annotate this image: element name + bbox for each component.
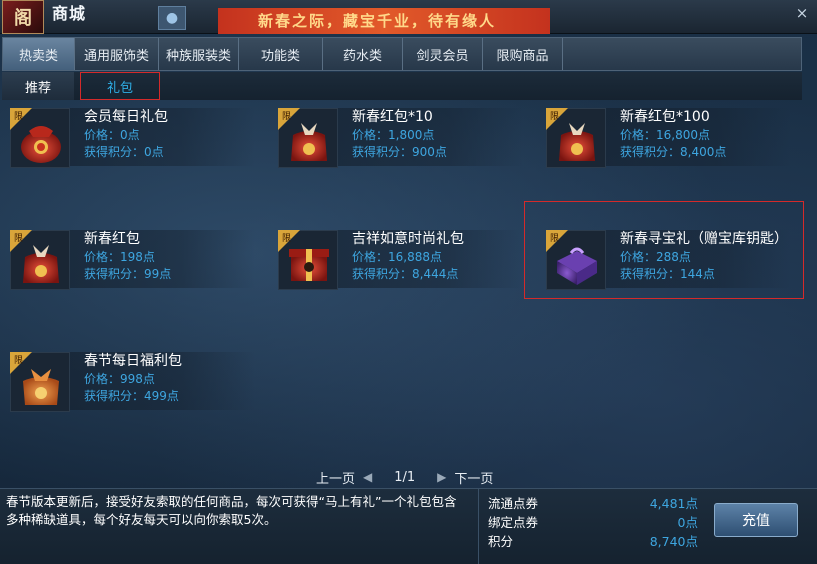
notice-text: 春节版本更新后，接受好友索取的任何商品，每次可获得“马上有礼”一个礼包包含多种稀… [6,494,457,527]
svg-text:限: 限 [282,233,291,244]
shop-item[interactable]: 限 新春红包*100 价格：16,800点 获得积分：8,400点 [546,104,806,170]
svg-text:限: 限 [14,355,23,366]
item-points: 获得积分：99点 [84,267,172,281]
divider [478,489,479,564]
balance-label: 绑定点券 [488,515,539,530]
shop-item[interactable]: 限 新春红包 价格：198点 获得积分：99点 [10,226,270,292]
item-price: 价格：0点 [84,128,140,142]
subtab-gift-packs[interactable]: 礼包 [80,72,160,100]
item-price: 价格：16,888点 [352,250,442,264]
balance-value: 0点 [677,515,698,530]
subtab-recommended[interactable]: 推荐 [2,72,74,100]
tab-hot-sale[interactable]: 热卖类 [3,38,75,70]
balance-label: 流通点券 [488,496,539,511]
page-indicator: 1/1 [394,469,416,485]
tab-potions[interactable]: 药水类 [323,38,403,70]
category-tabs: 热卖类 通用服饰类 种族服装类 功能类 药水类 剑灵会员 限购商品 [2,37,802,71]
balance-row: 流通点券 4,481点 [488,493,698,512]
balance-label: 积分 [488,534,514,549]
item-price: 价格：1,800点 [352,128,435,142]
selection-highlight [524,201,804,299]
tab-race-outfits[interactable]: 种族服装类 [159,38,239,70]
balance-row: 绑定点券 0点 [488,512,698,531]
item-points: 获得积分：0点 [84,145,164,159]
item-name: 会员每日礼包 [84,109,168,125]
tab-membership[interactable]: 剑灵会员 [403,38,483,70]
limited-ribbon-icon: 限 [10,230,32,252]
shop-item[interactable]: 限 会员每日礼包 价格：0点 获得积分：0点 [10,104,270,170]
character-icon[interactable]: ● [158,6,186,30]
pagination: 上一页 ◀ 1/1 ▶ 下一页 [316,467,493,487]
item-points: 获得积分：8,400点 [620,145,727,159]
shop-item[interactable]: 限 春节每日福利包 价格：998点 获得积分：499点 [10,348,270,414]
next-page-link[interactable]: 下一页 [454,468,493,487]
balance-value: 4,481点 [649,496,698,511]
svg-text:限: 限 [550,111,559,122]
svg-text:限: 限 [282,111,291,122]
window-title: 商城 [52,4,87,23]
sub-tabs: 推荐 礼包 [2,72,802,100]
item-price: 价格：998点 [84,372,155,386]
item-points: 获得积分：900点 [352,145,447,159]
item-name: 春节每日福利包 [84,353,182,369]
item-name: 新春红包*100 [620,109,710,125]
item-points: 获得积分：499点 [84,389,179,403]
shop-item[interactable]: 限 新春红包*10 价格：1,800点 获得积分：900点 [278,104,538,170]
limited-ribbon-icon: 限 [278,230,300,252]
shop-logo: 阁 [2,0,44,34]
close-button[interactable]: × [793,4,811,22]
limited-ribbon-icon: 限 [546,108,568,130]
tab-limited[interactable]: 限购商品 [483,38,563,70]
balance-row: 积分 8,740点 [488,531,698,550]
limited-ribbon-icon: 限 [10,352,32,374]
item-name: 吉祥如意时尚礼包 [352,231,464,247]
item-price: 价格：198点 [84,250,155,264]
item-name: 新春红包*10 [352,109,433,125]
item-name: 新春红包 [84,231,140,247]
recharge-button[interactable]: 充值 [714,503,798,537]
title-bar: 阁 商城 ● 新春之际，藏宝千业，待有缘人 × [0,0,817,34]
limited-ribbon-icon: 限 [10,108,32,130]
limited-ribbon-icon: 限 [278,108,300,130]
tab-functional[interactable]: 功能类 [239,38,323,70]
balance-value: 8,740点 [649,534,698,549]
svg-text:限: 限 [14,233,23,244]
prev-page-link[interactable]: 上一页 [316,468,355,487]
tab-general-outfits[interactable]: 通用服饰类 [75,38,159,70]
item-price: 价格：16,800点 [620,128,710,142]
bottom-panel: 春节版本更新后，接受好友索取的任何商品，每次可获得“马上有礼”一个礼包包含多种稀… [0,488,817,564]
promo-banner[interactable]: 新春之际，藏宝千业，待有缘人 [218,8,550,34]
next-arrow-icon[interactable]: ▶ [437,470,446,484]
svg-text:限: 限 [14,111,23,122]
prev-arrow-icon[interactable]: ◀ [363,470,372,484]
shop-item[interactable]: 限 吉祥如意时尚礼包 价格：16,888点 获得积分：8,444点 [278,226,538,292]
item-points: 获得积分：8,444点 [352,267,459,281]
